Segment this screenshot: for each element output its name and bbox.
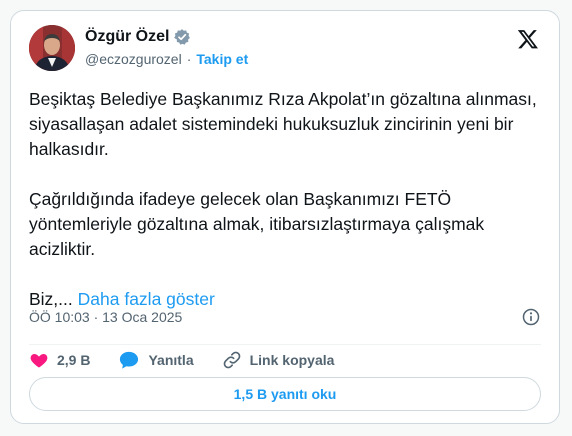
- avatar[interactable]: [29, 25, 75, 71]
- read-replies-button[interactable]: 1,5 B yanıtı oku: [29, 377, 541, 411]
- info-icon[interactable]: [521, 307, 541, 327]
- divider: [29, 344, 541, 345]
- copy-link-button[interactable]: Link kopyala: [222, 350, 335, 370]
- tweet-paragraph: Beşiktaş Belediye Başkanımız Rıza Akpola…: [29, 89, 537, 159]
- show-more-link[interactable]: Daha fazla göster: [78, 289, 215, 309]
- like-button[interactable]: 2,9 B: [29, 350, 90, 370]
- author-handle-row: @eczozgurozel · Takip et: [85, 51, 248, 67]
- link-icon: [223, 351, 240, 369]
- author-handle[interactable]: @eczozgurozel: [85, 51, 182, 67]
- action-bar: 2,9 B Yanıtla Link kopyala: [29, 348, 362, 372]
- author-name[interactable]: Özgür Özel: [85, 28, 169, 46]
- avatar-photo: [29, 25, 75, 71]
- reply-label: Yanıtla: [148, 352, 194, 368]
- tweet-text: Beşiktaş Belediye Başkanımız Rıza Akpola…: [29, 87, 549, 312]
- x-logo-icon[interactable]: [517, 28, 539, 50]
- tweet-card: Özgür Özel @eczozgurozel · Takip et Beşi…: [10, 10, 560, 424]
- follow-link[interactable]: Takip et: [196, 51, 248, 67]
- like-count: 2,9 B: [57, 352, 91, 368]
- verified-badge-icon: [173, 28, 191, 46]
- separator-dot: ·: [186, 51, 192, 67]
- tweet-paragraph: Çağrıldığında ifadeye gelecek olan Başka…: [29, 189, 485, 259]
- heart-icon: [30, 354, 48, 368]
- timestamp[interactable]: ÖÖ 10:03 · 13 Oca 2025: [29, 309, 182, 325]
- tweet-truncated-text: Biz,...: [29, 289, 73, 309]
- author-name-row: Özgür Özel: [85, 28, 191, 46]
- reply-button[interactable]: Yanıtla: [118, 350, 194, 370]
- copy-link-label: Link kopyala: [249, 352, 335, 368]
- speech-bubble-icon: [120, 351, 139, 369]
